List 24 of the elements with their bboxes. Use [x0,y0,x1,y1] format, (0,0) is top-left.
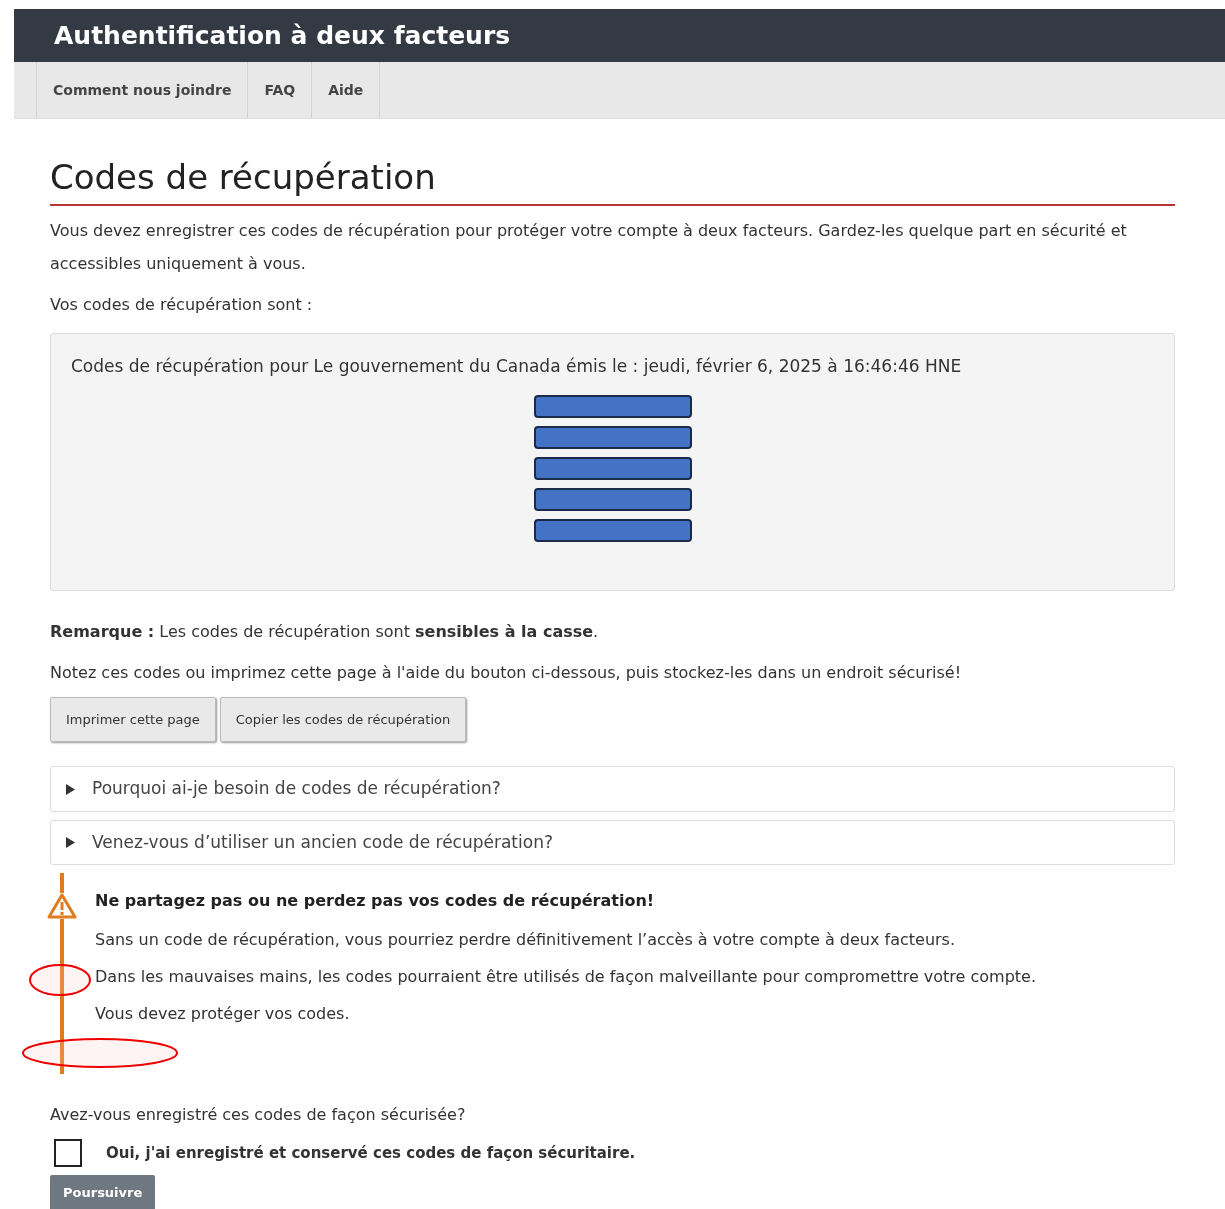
details-summary[interactable]: Pourquoi ai-je besoin de codes de récupération? [50,766,1175,812]
page-title: Codes de récupération [50,157,1175,206]
question-text: Avez-vous enregistré ces codes de façon sécurisée? [50,1104,467,1127]
details-summary[interactable]: Venez-vous d’utiliser un ancien code de récupération? [50,819,1175,866]
intro-paragraph: Vous devez enregistrer ces codes de récupération pour protéger votre compte à deux facteurs. Gardez-les quelque part en sécurité et accessibles uniquement à vous. [50,219,1128,275]
site-title: Authentification à deux facteurs [54,20,511,51]
instructions-text: Notez ces codes ou imprimez cette page à l'aide du bouton ci-dessous, puis stockez-les dans un endroit sécurisé! [50,661,963,684]
action-button[interactable]: Imprimer cette page [50,696,216,743]
caret-right-icon [65,837,76,849]
caret-right-icon [65,783,76,795]
warning-text: Sans un code de récupération, vous pourriez perdre définitivement l’accès à votre compte à deux facteurs. [95,929,957,952]
action-button[interactable]: Copier les codes de récupération [219,696,467,743]
checkbox-label: Oui, j'ai enregistré et conservé ces codes de façon sécuritaire. [106,1143,636,1165]
checkbox[interactable] [54,1139,82,1168]
nav-link[interactable]: Aide [311,62,381,118]
annotation-ellipse [28,963,92,998]
nav-link[interactable]: Comment nous joindre [36,62,248,118]
nav-link[interactable]: FAQ [247,62,312,118]
warning-text: Vous devez protéger vos codes. [95,1003,351,1026]
warning-text: Dans les mauvaises mains, les codes pourraient être utilisés de façon malveillante pour compromettre votre compte. [95,966,1038,989]
warning-title: Ne partagez pas ou ne perdez pas vos codes de récupération! [95,890,656,913]
codes-heading: Codes de récupération pour Le gouvernement du Canada émis le : jeudi, février 6, 2025 à 16:46:46 HNE [71,354,963,378]
codes-label: Vos codes de récupération sont : [50,293,314,316]
note-text: Remarque : Les codes de récupération sont sensibles à la casse. [50,620,600,643]
